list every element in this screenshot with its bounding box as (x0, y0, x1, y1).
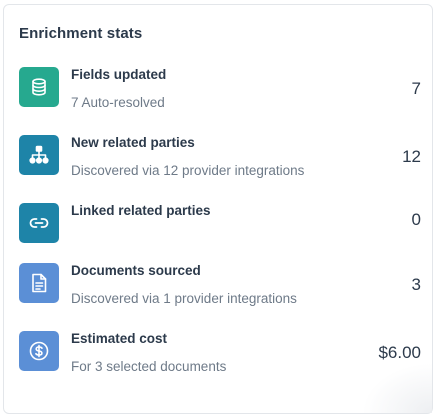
stat-label: New related parties (71, 135, 195, 150)
document-icon (19, 263, 59, 303)
stat-new-related-parties: New related parties Discovered via 12 pr… (19, 135, 421, 179)
stat-label: Estimated cost (71, 331, 168, 346)
stat-linked-related-parties: Linked related parties 0 (19, 203, 421, 247)
stat-estimated-cost: Estimated cost For 3 selected documents … (19, 331, 421, 375)
stat-value: $6.00 (378, 343, 421, 362)
stat-subtext: Discovered via 12 provider integrations (71, 163, 305, 178)
stat-value: 12 (402, 147, 421, 166)
stat-value: 3 (411, 275, 421, 294)
stat-label: Fields updated (71, 67, 167, 82)
link-icon (19, 203, 59, 243)
stat-value: 0 (411, 210, 421, 229)
stat-label: Documents sourced (71, 263, 201, 278)
stat-subtext: 7 Auto-resolved (71, 95, 165, 110)
dollar-circle-icon (19, 331, 59, 371)
stat-value: 7 (411, 79, 421, 98)
stat-fields-updated: Fields updated 7 Auto-resolved 7 (19, 67, 421, 111)
enrichment-stats-card: Enrichment stats Fields updated 7 Auto-r… (3, 4, 433, 414)
stat-subtext: For 3 selected documents (71, 359, 227, 374)
stat-subtext: Discovered via 1 provider integrations (71, 291, 297, 306)
org-chart-icon (19, 135, 59, 175)
stat-label: Linked related parties (71, 203, 211, 218)
database-icon (19, 67, 59, 107)
stat-documents-sourced: Documents sourced Discovered via 1 provi… (19, 263, 421, 307)
card-title: Enrichment stats (19, 25, 143, 42)
